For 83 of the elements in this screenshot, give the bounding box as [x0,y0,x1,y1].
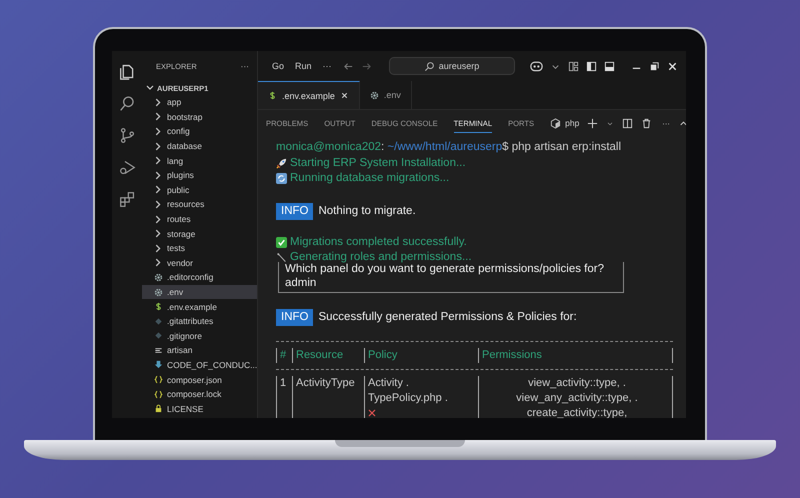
check-icon [276,236,287,248]
terminal-line: monica@monica202: ~/www/html/aureuserp$ php artisan erp:install [276,140,622,155]
lock-icon [154,404,163,414]
file-tree-item[interactable]: vendor [142,256,257,270]
table-cell: view_any_activity::type, . [516,390,638,406]
file-tree-item[interactable]: LICENSE [142,401,257,416]
more-button[interactable]: ··· [240,61,249,71]
file-tree-item[interactable]: composer.json [142,372,257,387]
file-tree-item[interactable]: .env.example [142,299,257,314]
file-tree-item[interactable]: .gitattributes [142,314,257,328]
file-tree-item[interactable]: database [142,138,257,154]
terminal-name[interactable]: php [565,118,580,128]
file-tree-item[interactable]: app [142,95,257,110]
extensions-icon[interactable] [118,191,136,208]
file-tree-item[interactable]: CODE_OF_CONDUC... [142,358,257,372]
file-tree-item[interactable]: bootstrap [142,110,257,124]
info-badge: INFO [276,309,314,326]
gear-icon [370,90,379,100]
rocket-icon [276,158,287,169]
panel-toggle-icon[interactable] [604,60,615,72]
branch-icon[interactable] [118,127,136,144]
restore-icon[interactable] [649,60,660,72]
files-icon[interactable] [118,63,136,80]
menu-item[interactable]: Run [295,61,312,71]
table-header: # [276,348,292,362]
wrench-icon [276,252,287,264]
dollar-icon [268,91,277,100]
terminal-line: Successfully generated Permissions & Policies for: [318,310,577,325]
terminal-line: Migrations completed successfully. [290,234,467,250]
braces-icon [154,390,163,399]
lines-icon [154,346,163,355]
terminal-icon [550,118,562,128]
back-arrow-icon[interactable] [342,60,354,72]
info-badge: INFO [276,203,314,220]
arrow-down-icon [154,360,163,370]
prompt-field[interactable]: Which panel do you want to generate permissions/policies for? admin [278,262,624,292]
terminal-line: Generating roles and permissions... [290,250,472,264]
file-tree-item[interactable]: artisan [142,343,257,358]
file-tree-item[interactable]: config [142,124,257,139]
file-tree-item[interactable]: public [142,182,257,198]
file-tree-item[interactable]: plugins [142,168,257,183]
table-cell: ActivityType [296,376,355,390]
cross-icon [368,409,376,417]
table-cell: create_activity::type, [526,406,628,418]
copilot-icon[interactable] [530,60,543,72]
editor-tab[interactable]: .env.example [258,81,360,109]
braces-icon [154,375,163,384]
split-icon[interactable] [622,118,634,128]
file-tree-item[interactable]: resources [142,197,257,212]
plus-icon[interactable] [587,118,598,128]
dollar-icon [154,302,163,312]
search-field[interactable]: aureuserp [388,57,515,75]
layout-icon[interactable] [568,60,579,72]
table-header: Policy [364,348,478,362]
file-tree-item[interactable]: .editorconfig [142,270,257,285]
table-cell: TypePolicy.php . [368,390,448,406]
table-header: Permissions [478,348,672,362]
table-cell: 1 [280,376,286,390]
table-header: Resource [292,348,364,362]
close-icon[interactable] [340,91,349,100]
terminal-line: Starting ERP System Installation... [290,156,466,170]
search-icon [424,60,435,72]
file-tree-item[interactable]: composer.lock [142,386,257,402]
file-tree-item[interactable]: tests [142,240,257,256]
file-tree-item[interactable]: lang [142,153,257,168]
trash-icon[interactable] [641,118,652,128]
file-tree-item[interactable]: .gitignore [142,328,257,344]
terminal-line: Running database migrations... [290,171,450,186]
menu-item[interactable]: Go [272,61,284,71]
forward-arrow-icon[interactable] [360,60,372,72]
file-tree-item[interactable]: routes [142,212,257,226]
file-tree-item[interactable]: storage [142,226,257,241]
sidebar-toggle-icon[interactable] [586,60,597,72]
editor-tab[interactable]: .env [360,81,412,109]
file-tree-item[interactable]: .env [142,284,257,300]
table-cell: Activity . [368,376,409,390]
menu-item[interactable]: ··· [322,61,332,71]
refresh-icon [276,173,287,184]
run-debug-icon[interactable] [118,159,136,176]
terminal-line: Nothing to migrate. [318,204,416,219]
close-icon[interactable] [667,60,678,72]
table-cell: view_activity::type, . [528,376,626,390]
search-icon[interactable] [118,95,136,112]
